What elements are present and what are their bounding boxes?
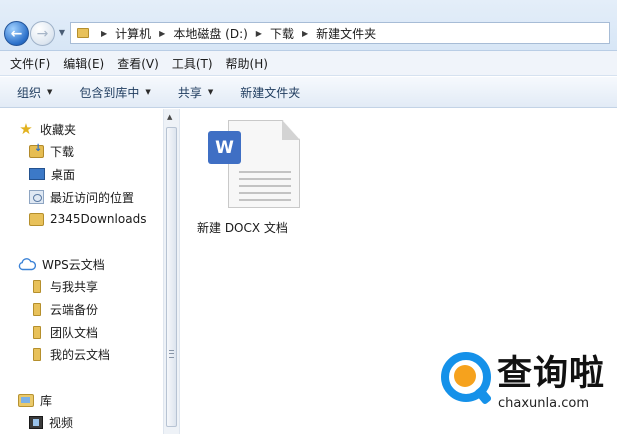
organize-label: 组织 [17,85,42,100]
nav-wps-cloud-header[interactable]: WPS云文档 [18,254,105,274]
library-icon [18,393,34,407]
back-button[interactable]: ← [4,21,29,46]
nav-label: 收藏夹 [40,122,77,137]
nav-label: 团队文档 [50,325,99,340]
nav-item-2345downloads[interactable]: 2345Downloads [29,209,146,229]
folder-icon [77,28,89,38]
nav-item-my-cloud-documents[interactable]: 我的云文档 [29,344,110,364]
new-folder-button[interactable]: 新建文件夹 [240,84,300,101]
breadcrumb-new-folder[interactable]: 新建文件夹 [316,25,376,42]
recent-places-icon [29,190,44,204]
file-name: 新建 DOCX 文档 [197,221,288,235]
breadcrumb-separator-icon[interactable]: ▶ [101,29,107,38]
folder-icon [33,347,41,361]
nav-label: 桌面 [51,167,76,182]
include-in-library-label: 包含到库中 [79,85,140,100]
folder-icon [33,279,41,293]
forward-arrow-icon: → [36,25,49,42]
new-folder-label: 新建文件夹 [240,85,301,100]
watermark-url: chaxunla.com [498,396,589,411]
folder-icon [29,212,44,226]
nav-label: 2345Downloads [50,212,147,226]
cloud-icon [18,257,37,271]
forward-button[interactable]: → [30,21,55,46]
text-line-icon [239,185,291,187]
file-item[interactable]: W 新建 DOCX 文档 [197,119,300,235]
nav-item-team-documents[interactable]: 团队文档 [29,322,98,342]
breadcrumb-separator-icon[interactable]: ▶ [256,29,262,38]
nav-item-shared-with-me[interactable]: 与我共享 [29,276,98,296]
star-icon: ★ [19,120,33,138]
breadcrumb-separator-icon[interactable]: ▶ [159,29,165,38]
video-library-icon [29,415,43,429]
nav-label: 云端备份 [50,302,99,317]
nav-item-videos[interactable]: 视频 [29,412,73,432]
folder-icon [33,302,41,316]
nav-item-downloads[interactable]: 下载 [29,141,74,161]
logo-dot-icon [454,365,476,387]
nav-item-desktop[interactable]: 桌面 [29,164,75,184]
include-in-library-button[interactable]: 包含到库中 ▼ [79,84,150,101]
nav-label: 与我共享 [50,279,99,294]
address-box[interactable]: ▶ 计算机 ▶ 本地磁盘 (D:) ▶ 下载 ▶ 新建文件夹 [70,22,610,44]
chevron-down-icon: ▼ [145,88,151,96]
menu-view[interactable]: 查看(V) [117,55,159,72]
desktop-icon [29,168,45,180]
folder-icon [33,325,41,339]
menu-help[interactable]: 帮助(H) [226,55,268,72]
grip-icon [169,350,174,358]
site-watermark: 查询啦 chaxunla.com [437,350,617,434]
nav-label: WPS云文档 [42,257,105,272]
back-arrow-icon: ← [10,25,23,42]
navigation-scrollbar[interactable]: ▲ [163,109,180,434]
logo-tail-icon [473,385,493,406]
navigation-pane: ★ 收藏夹 下载 桌面 最近访问的位置 2345Downloads WPS云文档… [0,109,163,434]
nav-label: 下载 [50,144,75,159]
chevron-down-icon: ▼ [47,88,53,96]
breadcrumb-separator-icon[interactable]: ▶ [302,29,308,38]
wps-writer-icon: W [208,131,241,164]
scroll-thumb[interactable] [166,127,177,427]
nav-item-recent-places[interactable]: 最近访问的位置 [29,187,134,207]
recent-pages-dropdown[interactable]: ▼ [57,27,67,39]
text-line-icon [239,171,291,173]
scroll-up-arrow-icon[interactable]: ▲ [167,113,172,121]
text-line-icon [239,199,291,201]
share-label: 共享 [177,85,202,100]
breadcrumb-computer[interactable]: 计算机 [115,25,151,42]
breadcrumb-downloads[interactable]: 下载 [270,25,294,42]
nav-label: 最近访问的位置 [50,190,135,205]
nav-libraries-header[interactable]: 库 [18,390,52,410]
command-bar: 组织 ▼ 包含到库中 ▼ 共享 ▼ 新建文件夹 [0,77,617,108]
menu-edit[interactable]: 编辑(E) [63,55,104,72]
nav-item-cloud-backup[interactable]: 云端备份 [29,299,98,319]
chevron-down-icon: ▼ [207,88,214,96]
menu-file[interactable]: 文件(F) [10,55,50,72]
share-button[interactable]: 共享 ▼ [178,84,213,101]
menu-tools[interactable]: 工具(T) [172,55,213,72]
text-line-icon [239,178,291,180]
watermark-title: 查询啦 [497,354,606,394]
menu-bar: 文件(F) 编辑(E) 查看(V) 工具(T) 帮助(H) [0,51,617,76]
nav-label: 库 [40,393,53,408]
nav-favorites-header[interactable]: ★ 收藏夹 [18,119,76,139]
downloads-folder-icon [29,143,44,158]
address-bar-row: ← → ▼ ▶ 计算机 ▶ 本地磁盘 (D:) ▶ 下载 ▶ 新建文件夹 [0,0,617,51]
organize-button[interactable]: 组织 ▼ [17,84,52,101]
text-line-icon [239,192,291,194]
nav-label: 我的云文档 [50,347,111,362]
breadcrumb-local-disk[interactable]: 本地磁盘 (D:) [173,25,247,42]
nav-label: 视频 [49,415,74,430]
